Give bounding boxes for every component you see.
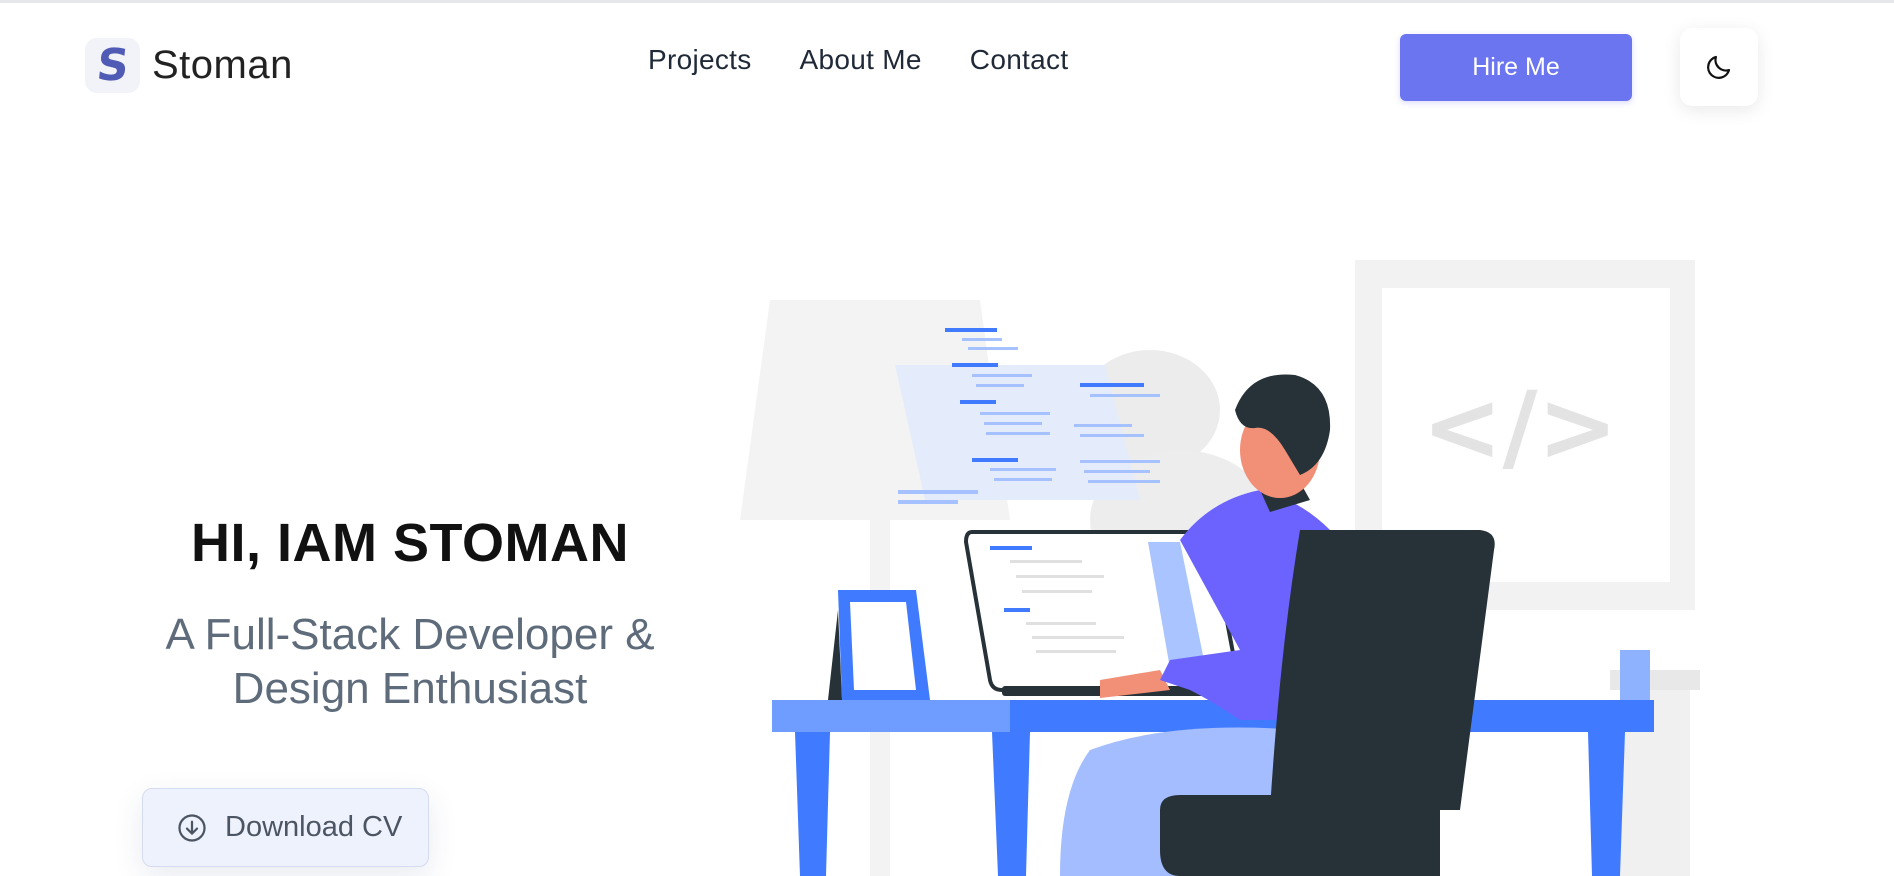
- hero-subtitle: A Full-Stack Developer & Design Enthusia…: [90, 608, 730, 716]
- photo-frame: [828, 590, 930, 700]
- main-nav: Projects About Me Contact: [648, 44, 1068, 76]
- nav-item-contact[interactable]: Contact: [970, 44, 1069, 76]
- top-border: [0, 0, 1894, 3]
- download-cv-button[interactable]: Download CV: [142, 788, 429, 867]
- download-circle-icon: [178, 813, 206, 842]
- nav-item-about-me[interactable]: About Me: [800, 44, 922, 76]
- brand-name: Stoman: [152, 43, 293, 87]
- code-sign-text: </>: [1422, 371, 1618, 483]
- hero-title: HI, IAM STOMAN: [191, 513, 629, 573]
- download-cv-label: Download CV: [225, 811, 403, 843]
- cup: [1620, 650, 1650, 700]
- logo-letter: S: [94, 39, 132, 91]
- developer-illustration: </>: [740, 260, 1700, 876]
- hero-subtitle-line2: Design Enthusiast: [232, 664, 588, 713]
- nav-item-projects[interactable]: Projects: [648, 44, 752, 76]
- theme-toggle-button[interactable]: [1680, 28, 1758, 106]
- moon-icon: [1707, 55, 1731, 79]
- hero-subtitle-line1: A Full-Stack Developer &: [165, 610, 655, 659]
- logo-badge-icon: S: [85, 38, 140, 93]
- brand-logo[interactable]: S Stoman: [85, 38, 293, 93]
- hire-me-button[interactable]: Hire Me: [1400, 34, 1632, 101]
